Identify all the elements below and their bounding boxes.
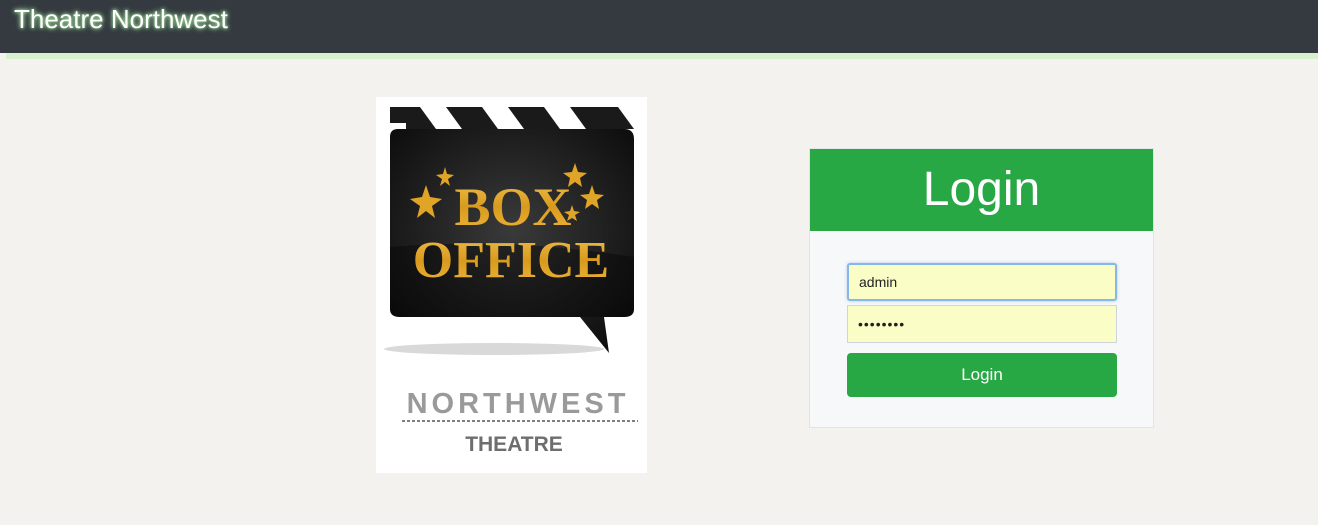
logo-northwest-text: NORTHWEST — [407, 388, 630, 420]
login-title: Login — [810, 149, 1153, 231]
navbar-underline — [6, 53, 1318, 59]
logo-box-text: BOX — [454, 177, 571, 237]
box-office-logo: BOX OFFICE NORTHWEST THEATRE — [376, 97, 647, 473]
password-input[interactable] — [847, 305, 1117, 343]
top-navbar: Theatre Northwest — [0, 0, 1318, 53]
brand-title[interactable]: Theatre Northwest — [14, 4, 228, 34]
clapperboard-logo-image: BOX OFFICE NORTHWEST THEATRE — [384, 107, 638, 456]
username-input[interactable] — [847, 263, 1117, 301]
logo-office-text: OFFICE — [413, 232, 609, 289]
login-panel: Login Login — [809, 148, 1154, 428]
login-button[interactable]: Login — [847, 353, 1117, 397]
logo-theatre-text: THEATRE — [465, 433, 563, 456]
